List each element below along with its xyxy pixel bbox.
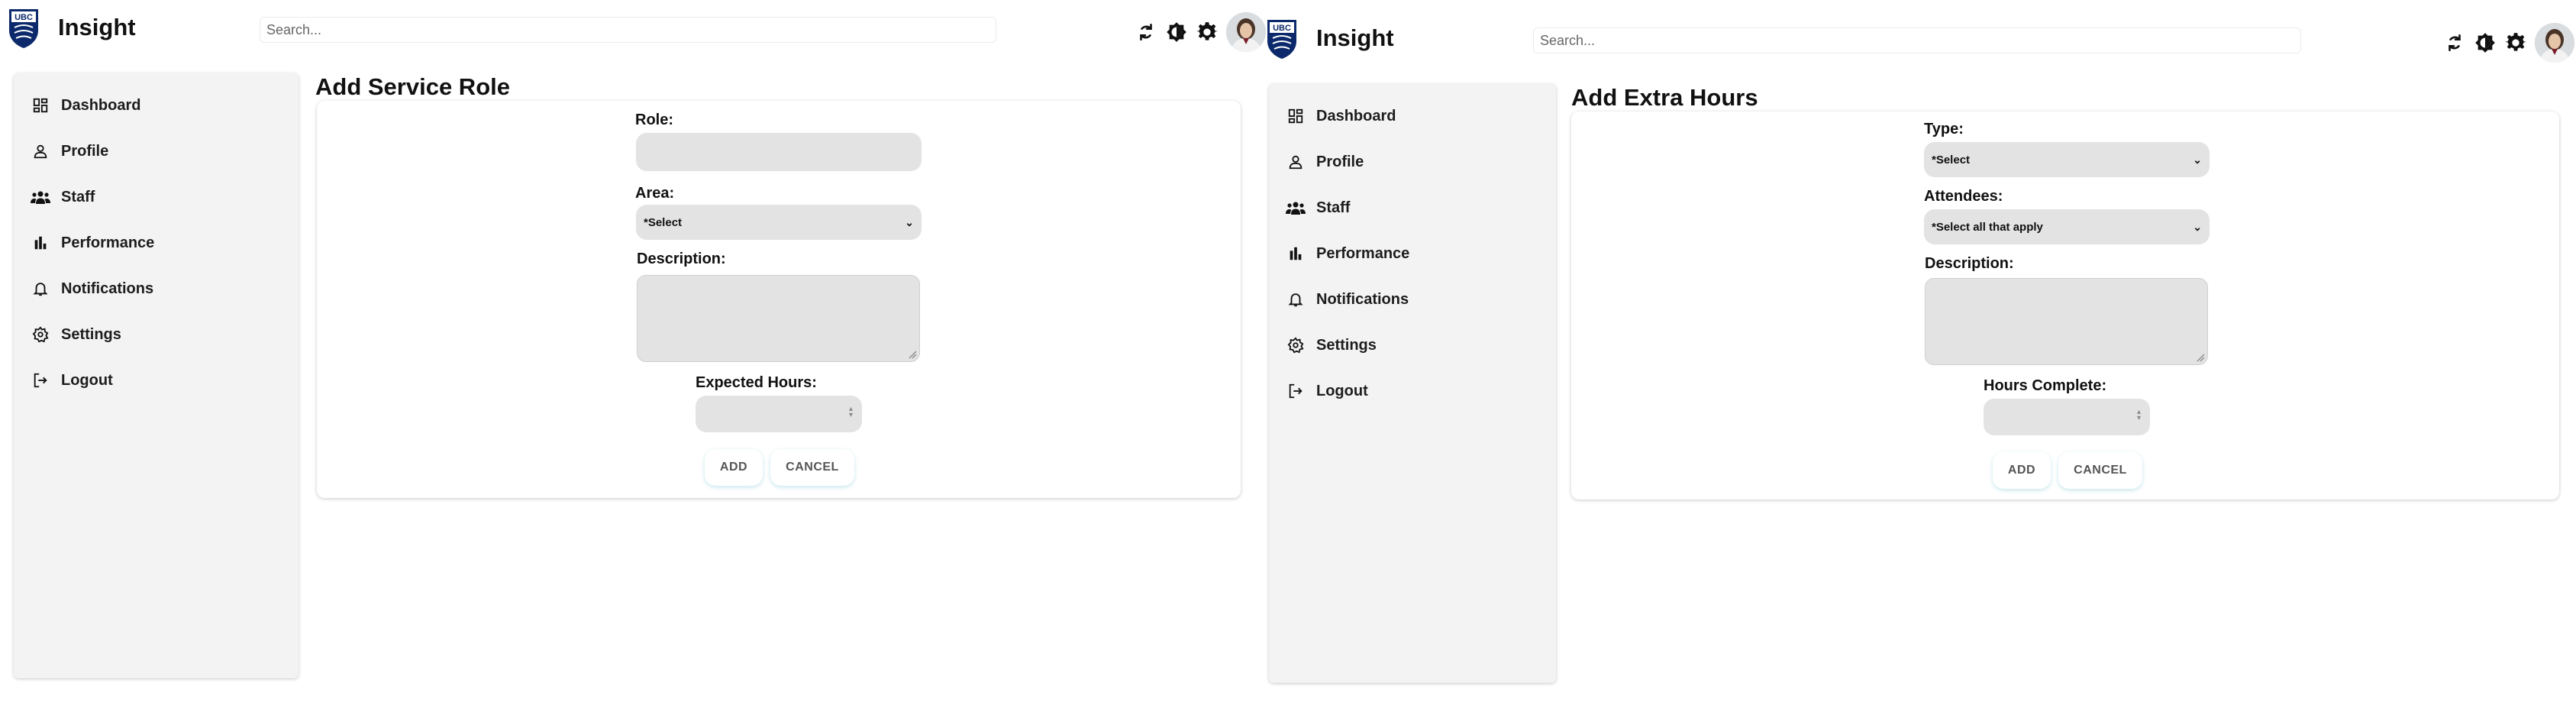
sidebar-item-label: Settings [61, 325, 121, 343]
cancel-button[interactable]: CANCEL [770, 449, 854, 486]
sidebar-item-performance[interactable]: Performance [14, 220, 299, 266]
cancel-button[interactable]: CANCEL [2058, 452, 2142, 489]
role-label: Role: [635, 112, 673, 128]
attendees-selected-value: *Select all that apply [1932, 220, 2043, 234]
type-select[interactable]: *Select ⌄ [1924, 142, 2210, 177]
add-service-role-form: Role: Area: *Select ⌄ Description: Expec… [317, 101, 1241, 498]
description-textarea[interactable] [637, 275, 920, 362]
bell-icon [31, 279, 50, 299]
description-label: Description: [1925, 255, 2014, 272]
app-window-extra-hours: UBC Insight Dashboard [1258, 11, 2576, 721]
sidebar-item-label: Staff [61, 188, 95, 205]
sidebar-item-label: Notifications [61, 280, 154, 297]
sidebar: Dashboard Profile Staff Performance Noti… [14, 73, 299, 678]
ubc-logo: UBC [1266, 18, 1298, 60]
svg-text:UBC: UBC [1273, 24, 1291, 33]
expected-hours-stepper[interactable]: ▴ ▾ [696, 396, 862, 432]
page-title: Add Extra Hours [1571, 84, 1758, 111]
sidebar-item-dashboard[interactable]: Dashboard [14, 82, 299, 128]
sidebar-item-label: Notifications [1316, 290, 1409, 308]
group-icon [1286, 198, 1306, 218]
search-input[interactable] [260, 17, 996, 43]
brightness-icon[interactable] [1165, 21, 1188, 44]
sidebar-item-staff[interactable]: Staff [1269, 185, 1556, 231]
resize-handle-icon[interactable] [908, 350, 917, 359]
app-title: Insight [1316, 24, 1394, 51]
svg-text:UBC: UBC [15, 13, 33, 22]
sidebar-item-performance[interactable]: Performance [1269, 231, 1556, 276]
type-label: Type: [1924, 121, 1964, 137]
sidebar-item-label: Performance [1316, 244, 1410, 262]
area-selected-value: *Select [644, 215, 683, 229]
description-textarea[interactable] [1925, 278, 2208, 365]
sidebar-item-label: Profile [61, 142, 109, 160]
sidebar-item-label: Profile [1316, 153, 1364, 170]
add-button[interactable]: ADD [705, 449, 763, 486]
sidebar-item-profile[interactable]: Profile [1269, 139, 1556, 185]
top-bar: UBC Insight [1258, 11, 2576, 72]
add-extra-hours-form: Type: *Select ⌄ Attendees: *Select all t… [1571, 112, 2559, 500]
logout-icon [31, 370, 50, 390]
person-icon [31, 141, 50, 161]
sidebar: Dashboard Profile Staff Performance Noti… [1269, 84, 1556, 683]
role-input[interactable] [636, 133, 922, 171]
brightness-icon[interactable] [2474, 31, 2497, 54]
sidebar-item-staff[interactable]: Staff [14, 174, 299, 220]
sidebar-item-label: Dashboard [61, 96, 141, 114]
description-label: Description: [637, 251, 726, 267]
hours-complete-stepper[interactable]: ▴ ▾ [1984, 399, 2150, 435]
page-title: Add Service Role [315, 73, 510, 100]
type-selected-value: *Select [1932, 153, 1971, 167]
sidebar-item-label: Dashboard [1316, 107, 1396, 124]
sidebar-item-label: Staff [1316, 199, 1351, 216]
sidebar-item-dashboard[interactable]: Dashboard [1269, 93, 1556, 139]
stepper-arrows-icon[interactable]: ▴ ▾ [849, 406, 853, 419]
sidebar-item-label: Logout [61, 371, 113, 389]
app-window-service-role: UBC Insight Dashboard [0, 0, 1267, 710]
sidebar-item-logout[interactable]: Logout [14, 357, 299, 403]
hours-complete-label: Hours Complete: [1984, 377, 2107, 394]
attendees-select[interactable]: *Select all that apply ⌄ [1924, 209, 2210, 244]
sidebar-item-label: Settings [1316, 336, 1377, 354]
bell-icon [1286, 289, 1306, 309]
area-select[interactable]: *Select ⌄ [636, 205, 922, 240]
gear-icon [31, 325, 50, 344]
bar-chart-icon [31, 233, 50, 253]
app-title: Insight [58, 14, 136, 40]
stepper-arrows-icon[interactable]: ▴ ▾ [2137, 409, 2141, 422]
add-button[interactable]: ADD [1993, 452, 2051, 489]
top-bar: UBC Insight [0, 0, 1267, 61]
resize-handle-icon[interactable] [2196, 353, 2205, 362]
dashboard-icon [31, 95, 50, 115]
sidebar-item-logout[interactable]: Logout [1269, 368, 1556, 414]
refresh-icon[interactable] [2443, 31, 2466, 54]
person-icon [1286, 152, 1306, 172]
chevron-down-icon: ⌄ [905, 215, 914, 228]
logout-icon [1286, 381, 1306, 401]
sidebar-item-settings[interactable]: Settings [14, 312, 299, 357]
search-input[interactable] [1533, 27, 2301, 53]
sidebar-item-label: Performance [61, 234, 155, 251]
gear-icon[interactable] [2504, 31, 2527, 54]
refresh-icon[interactable] [1135, 21, 1157, 44]
sidebar-item-notifications[interactable]: Notifications [14, 266, 299, 312]
attendees-label: Attendees: [1924, 188, 2003, 205]
avatar[interactable] [2535, 23, 2574, 63]
sidebar-item-settings[interactable]: Settings [1269, 322, 1556, 368]
sidebar-item-notifications[interactable]: Notifications [1269, 276, 1556, 322]
dashboard-icon [1286, 106, 1306, 126]
ubc-logo: UBC [8, 8, 40, 49]
chevron-down-icon: ⌄ [2193, 153, 2202, 166]
bar-chart-icon [1286, 244, 1306, 264]
top-icon-group [2443, 23, 2576, 63]
group-icon [31, 187, 50, 207]
sidebar-item-label: Logout [1316, 382, 1368, 399]
chevron-down-icon: ⌄ [2193, 220, 2202, 233]
expected-hours-label: Expected Hours: [696, 374, 817, 391]
top-icon-group [1135, 12, 1267, 52]
sidebar-item-profile[interactable]: Profile [14, 128, 299, 174]
area-label: Area: [635, 185, 675, 202]
gear-icon[interactable] [1196, 21, 1219, 44]
gear-icon [1286, 335, 1306, 355]
